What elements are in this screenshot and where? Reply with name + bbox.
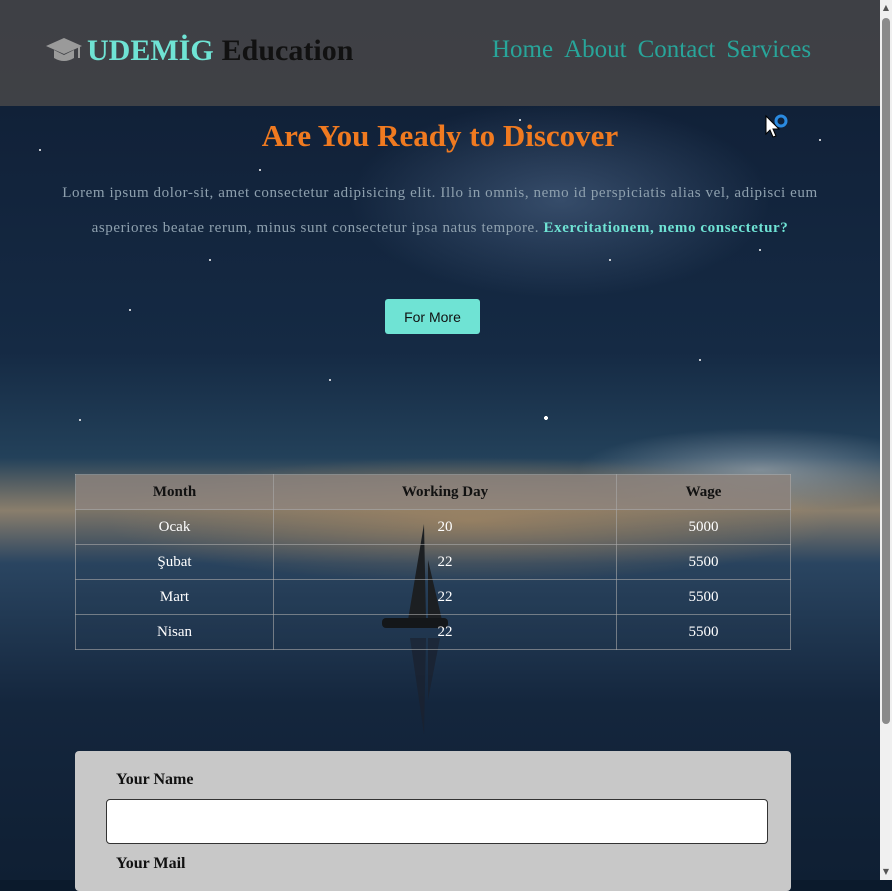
busy-cursor-icon — [765, 114, 788, 138]
cell-month: Mart — [75, 579, 274, 615]
cell-month: Nisan — [75, 614, 274, 650]
column-header-month: Month — [75, 474, 274, 510]
name-input[interactable] — [106, 799, 768, 844]
site-header: UDEMİG Education Home About Contact Serv… — [0, 0, 880, 106]
cell-working-day: 22 — [273, 544, 617, 580]
cell-working-day: 22 — [273, 614, 617, 650]
hero-title: Are You Ready to Discover — [261, 118, 619, 153]
table-row: Ocak 20 5000 — [75, 509, 791, 545]
scroll-down-arrow-icon[interactable]: ▼ — [880, 866, 892, 878]
contact-form: Your Name Your Mail — [75, 751, 791, 891]
main-nav: Home About Contact Services — [492, 36, 811, 64]
cell-wage: 5500 — [616, 579, 791, 615]
cell-month: Şubat — [75, 544, 274, 580]
mail-label: Your Mail — [116, 855, 186, 872]
cell-wage: 5500 — [616, 544, 791, 580]
scrollbar-thumb[interactable] — [882, 18, 890, 724]
cell-wage: 5500 — [616, 614, 791, 650]
nav-link-about[interactable]: About — [564, 36, 627, 64]
table-row: Şubat 22 5500 — [75, 544, 791, 580]
column-header-wage: Wage — [616, 474, 791, 510]
name-label: Your Name — [116, 771, 194, 788]
table-row: Nisan 22 5500 — [75, 614, 791, 650]
for-more-button[interactable]: For More — [385, 299, 480, 334]
scroll-up-arrow-icon[interactable]: ▲ — [880, 2, 892, 14]
table-header-row: Month Working Day Wage — [75, 474, 791, 510]
cell-working-day: 22 — [273, 579, 617, 615]
hero-emphasis: Exercitationem, nemo consectetur? — [543, 220, 789, 236]
cell-working-day: 20 — [273, 509, 617, 545]
hero-text: Lorem ipsum dolor-sit, amet consectetur … — [40, 176, 840, 246]
nav-link-services[interactable]: Services — [726, 36, 811, 64]
table-row: Mart 22 5500 — [75, 579, 791, 615]
cell-month: Ocak — [75, 509, 274, 545]
brand-logo[interactable]: UDEMİG Education — [45, 34, 353, 68]
cell-wage: 5000 — [616, 509, 791, 545]
column-header-working-day: Working Day — [273, 474, 617, 510]
wage-table: Month Working Day Wage Ocak 20 5000 Şuba… — [75, 474, 791, 650]
brand-name-secondary: Education — [221, 34, 354, 67]
brand-name-primary: UDEMİG — [87, 34, 214, 67]
nav-link-home[interactable]: Home — [492, 36, 553, 64]
nav-link-contact[interactable]: Contact — [638, 36, 716, 64]
graduation-cap-icon — [46, 38, 82, 61]
